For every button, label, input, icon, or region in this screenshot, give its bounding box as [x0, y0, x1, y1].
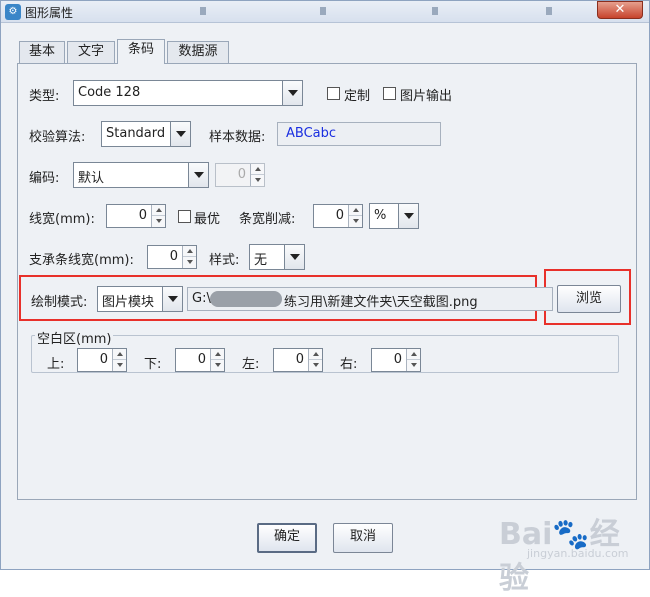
margin-bottom-spinner[interactable]: 0: [175, 348, 225, 372]
chevron-down-icon[interactable]: [398, 204, 418, 228]
bar-reduce-unit-combo[interactable]: %: [369, 203, 419, 229]
optimal-checkbox[interactable]: [178, 210, 191, 223]
image-path-prefix: G:\: [192, 291, 211, 306]
margin-bottom-value: 0: [197, 352, 206, 367]
toolbar-dot-icon: [546, 7, 552, 15]
spin-down-icon[interactable]: [349, 216, 362, 227]
ok-button[interactable]: 确定: [257, 523, 317, 553]
margin-top-value: 0: [99, 352, 108, 367]
draw-mode-combo[interactable]: 图片模块: [97, 286, 183, 312]
margin-right-value: 0: [393, 352, 402, 367]
bar-reduce-unit: %: [374, 208, 387, 223]
image-output-checkbox[interactable]: [383, 87, 396, 100]
image-path-field[interactable]: G:\ 练习用\新建文件夹\天空截图.png: [187, 287, 553, 311]
title-bar[interactable]: ⚙ 图形属性 ✕: [1, 1, 649, 23]
optimal-label: 最优: [194, 212, 221, 227]
quiet-zone-title: 空白区(mm): [35, 328, 114, 347]
bar-reduce-value: 0: [335, 208, 344, 223]
spin-down-icon[interactable]: [152, 216, 165, 227]
window-title: 图形属性: [25, 6, 74, 20]
line-width-label: 线宽(mm):: [29, 212, 95, 227]
margin-left-label: 左:: [242, 357, 260, 372]
spin-down-icon[interactable]: [211, 360, 224, 371]
custom-label: 定制: [344, 89, 371, 104]
spin-down-icon[interactable]: [113, 360, 126, 371]
margin-right-label: 右:: [340, 357, 358, 372]
support-width-value: 0: [169, 249, 178, 264]
spin-up-icon[interactable]: [349, 205, 362, 216]
image-output-label: 图片输出: [400, 89, 453, 104]
margin-top-spinner[interactable]: 0: [77, 348, 127, 372]
draw-mode-label: 绘制模式:: [31, 295, 88, 310]
redacted-blur: [210, 291, 282, 307]
dialog-window: ⚙ 图形属性 ✕ 基本 文字 条码 数据源 类型: Code 128 定制 图片…: [0, 0, 650, 596]
chevron-down-icon[interactable]: [284, 245, 304, 269]
margin-top-label: 上:: [47, 357, 65, 372]
toolbar-dot-icon: [200, 7, 206, 15]
encoding-spinner: 0: [215, 163, 265, 187]
spin-down-icon[interactable]: [407, 360, 420, 371]
sample-data-field[interactable]: ABCabc: [277, 122, 441, 146]
image-path-suffix: 练习用\新建文件夹\天空截图.png: [284, 295, 478, 310]
chevron-down-icon[interactable]: [170, 122, 190, 146]
bar-reduce-spinner[interactable]: 0: [313, 204, 363, 228]
app-icon: ⚙: [5, 4, 21, 20]
checksum-value: Standard: [106, 126, 166, 141]
margin-bottom-label: 下:: [144, 357, 162, 372]
chevron-down-icon[interactable]: [282, 81, 302, 105]
line-width-spinner[interactable]: 0: [106, 204, 166, 228]
encoding-value: 默认: [78, 171, 105, 186]
spin-up-icon[interactable]: [113, 349, 126, 360]
sample-data-value: ABCabc: [286, 126, 337, 141]
bar-reduce-label: 条宽削减:: [239, 212, 296, 227]
support-width-spinner[interactable]: 0: [147, 245, 197, 269]
support-width-label: 支承条线宽(mm):: [29, 253, 134, 268]
style-value: 无: [254, 253, 268, 268]
spin-up-icon[interactable]: [183, 246, 196, 257]
line-width-value: 0: [138, 208, 147, 223]
type-combo[interactable]: Code 128: [73, 80, 303, 106]
sample-label: 样本数据:: [209, 130, 266, 145]
toolbar-dot-icon: [320, 7, 326, 15]
type-label: 类型:: [29, 89, 60, 104]
custom-checkbox[interactable]: [327, 87, 340, 100]
style-combo[interactable]: 无: [249, 244, 305, 270]
encoding-label: 编码:: [29, 171, 60, 186]
spin-down-icon[interactable]: [309, 360, 322, 371]
encoding-combo[interactable]: 默认: [73, 162, 209, 188]
spin-down-icon[interactable]: [183, 257, 196, 268]
checksum-combo[interactable]: Standard: [101, 121, 191, 147]
spin-up-icon[interactable]: [152, 205, 165, 216]
close-button[interactable]: ✕: [597, 1, 643, 19]
type-value: Code 128: [78, 85, 141, 100]
margin-left-spinner[interactable]: 0: [273, 348, 323, 372]
style-label: 样式:: [209, 253, 240, 268]
spin-up-icon[interactable]: [309, 349, 322, 360]
draw-mode-value: 图片模块: [102, 295, 155, 310]
watermark-url: jingyan.baidu.com: [527, 547, 629, 560]
margin-right-spinner[interactable]: 0: [371, 348, 421, 372]
browse-button[interactable]: 浏览: [557, 285, 621, 313]
tab-text[interactable]: 文字: [67, 41, 115, 63]
encoding-num: 0: [237, 167, 246, 182]
margin-left-value: 0: [295, 352, 304, 367]
tab-datasource[interactable]: 数据源: [167, 41, 229, 63]
checksum-label: 校验算法:: [29, 130, 86, 145]
spin-up-icon[interactable]: [407, 349, 420, 360]
spin-down-icon: [251, 175, 264, 186]
cancel-button[interactable]: 取消: [333, 523, 393, 553]
tab-basic[interactable]: 基本: [19, 41, 65, 63]
toolbar-dot-icon: [432, 7, 438, 15]
spin-up-icon[interactable]: [211, 349, 224, 360]
tab-barcode[interactable]: 条码: [117, 39, 165, 64]
chevron-down-icon[interactable]: [162, 287, 182, 311]
spin-up-icon: [251, 164, 264, 175]
chevron-down-icon[interactable]: [188, 163, 208, 187]
